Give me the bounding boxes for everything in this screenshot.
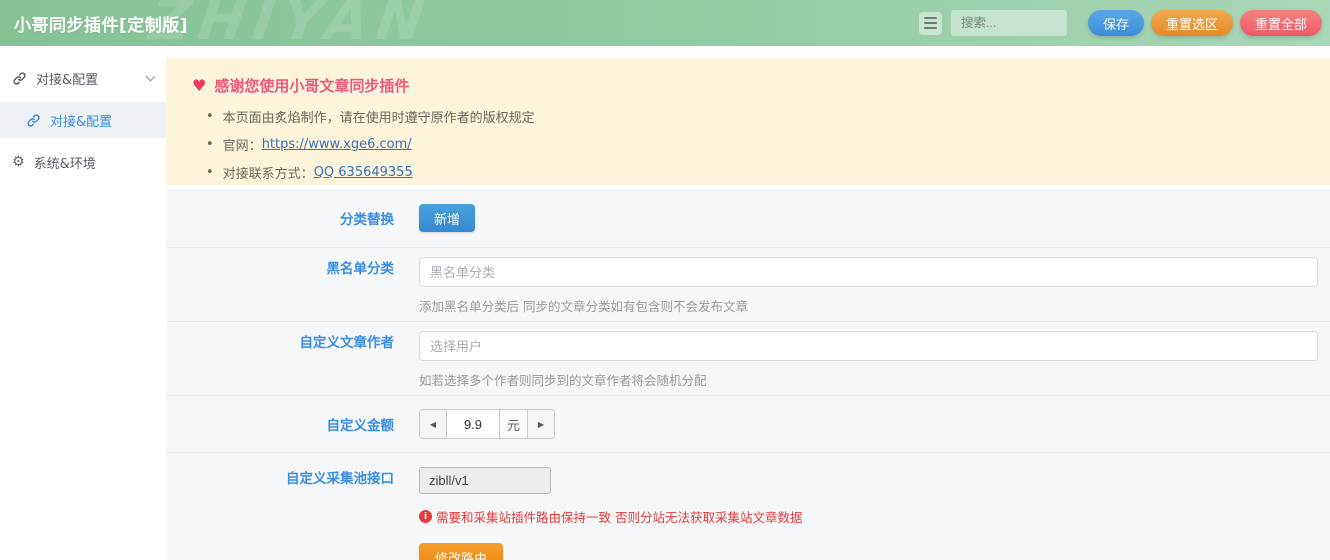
field-label: 自定义金额 (166, 414, 419, 434)
field-control: 添加黑名单分类后 同步的文章分类如有包含则不会发布文章 (419, 257, 1330, 321)
form-row-custom-author: 自定义文章作者 如若选择多个作者则同步到的文章作者将会随机分配 (166, 322, 1330, 396)
form-row-custom-price: 自定义金额 ◀ 元 ▶ (166, 396, 1330, 453)
sidebar-item-config-group[interactable]: 对接&配置 (0, 60, 166, 96)
help-text: 添加黑名单分类后 同步的文章分类如有包含则不会发布文章 (419, 296, 1318, 315)
official-site-link[interactable]: https://www.xge6.com/ (262, 137, 412, 152)
add-button[interactable]: 新增 (419, 204, 475, 232)
gear-icon: ⚙ (12, 155, 25, 169)
qq-contact-link[interactable]: QQ 635649355 (314, 165, 413, 180)
link-icon (12, 71, 27, 86)
field-label: 分类替换 (166, 208, 419, 228)
bullet-dot: • (206, 109, 214, 124)
left-arrow-icon: ◀ (430, 420, 436, 429)
blacklist-category-input[interactable] (419, 257, 1318, 287)
notice-title-text: 感谢您使用小哥文章同步插件 (214, 75, 409, 96)
field-label: 自定义采集池接口 (166, 467, 419, 560)
notice-item-prefix: 官网： (223, 135, 262, 154)
watermark-text: ZHIYAN (145, 0, 436, 46)
form-row-blacklist-category: 黑名单分类 添加黑名单分类后 同步的文章分类如有包含则不会发布文章 (166, 248, 1330, 322)
increase-button[interactable]: ▶ (527, 410, 554, 438)
custom-author-input[interactable] (419, 331, 1318, 361)
sidebar-item-label: 对接&配置 (36, 69, 98, 88)
warning-message: i 需要和采集站插件路由保持一致 否则分站无法获取采集站文章数据 (419, 507, 1318, 526)
field-control: ◀ 元 ▶ (419, 409, 1330, 439)
heart-icon: ♥ (192, 76, 206, 95)
collect-api-input[interactable] (419, 467, 551, 494)
link-icon (26, 113, 41, 128)
field-control: i 需要和采集站插件路由保持一致 否则分站无法获取采集站文章数据 修改路由 (419, 467, 1330, 560)
price-stepper: ◀ 元 ▶ (419, 409, 555, 439)
unit-label: 元 (499, 410, 527, 438)
field-label: 黑名单分类 (166, 257, 419, 321)
modify-route-button[interactable]: 修改路由 (419, 543, 503, 560)
bullet-dot: • (206, 137, 214, 152)
notice-title: ♥ 感谢您使用小哥文章同步插件 (192, 75, 1304, 96)
main-content: ♥ 感谢您使用小哥文章同步插件 • 本页面由炙焰制作，请在使用时遵守原作者的版权… (166, 46, 1330, 560)
field-control: 新增 (419, 204, 1330, 232)
sidebar: 对接&配置 对接&配置 ⚙ 系统&环境 (0, 46, 166, 560)
list-item: • 对接联系方式： QQ 635649355 (192, 163, 1304, 182)
app-title: 小哥同步插件[定制版] (0, 11, 188, 36)
list-item: • 官网： https://www.xge6.com/ (192, 135, 1304, 154)
app-header: 小哥同步插件[定制版] ZHIYAN 保存 重置选区 重置全部 (0, 0, 1330, 46)
chevron-down-icon (146, 71, 156, 81)
sidebar-item-system[interactable]: ⚙ 系统&环境 (0, 144, 166, 180)
help-text: 如若选择多个作者则同步到的文章作者将会随机分配 (419, 370, 1318, 389)
sidebar-item-label: 对接&配置 (50, 111, 112, 130)
search-input[interactable] (951, 10, 1067, 36)
field-control: 如若选择多个作者则同步到的文章作者将会随机分配 (419, 331, 1330, 395)
decrease-button[interactable]: ◀ (420, 410, 447, 438)
reset-all-button[interactable]: 重置全部 (1240, 10, 1322, 36)
right-arrow-icon: ▶ (538, 420, 544, 429)
sidebar-item-label: 系统&环境 (34, 153, 96, 172)
notice-item-text: 本页面由炙焰制作，请在使用时遵守原作者的版权规定 (223, 107, 535, 126)
field-label: 自定义文章作者 (166, 331, 419, 395)
warning-text: 需要和采集站插件路由保持一致 否则分站无法获取采集站文章数据 (436, 507, 802, 526)
form-row-category-replace: 分类替换 新增 (166, 189, 1330, 248)
list-icon[interactable] (919, 12, 942, 35)
list-item: • 本页面由炙焰制作，请在使用时遵守原作者的版权规定 (192, 107, 1304, 126)
form-row-collect-api: 自定义采集池接口 i 需要和采集站插件路由保持一致 否则分站无法获取采集站文章数… (166, 453, 1330, 560)
notice-list: • 本页面由炙焰制作，请在使用时遵守原作者的版权规定 • 官网： https:/… (192, 107, 1304, 182)
sidebar-item-config[interactable]: 对接&配置 (0, 102, 166, 138)
info-icon: i (419, 510, 432, 523)
bullet-dot: • (206, 165, 214, 180)
header-toolbar: 保存 重置选区 重置全部 (919, 0, 1322, 46)
price-input[interactable] (447, 410, 499, 438)
save-button[interactable]: 保存 (1088, 10, 1144, 36)
notice-item-prefix: 对接联系方式： (223, 163, 314, 182)
settings-form: 分类替换 新增 黑名单分类 添加黑名单分类后 同步的文章分类如有包含则不会发布文… (166, 189, 1330, 560)
reset-selection-button[interactable]: 重置选区 (1151, 10, 1233, 36)
notice-box: ♥ 感谢您使用小哥文章同步插件 • 本页面由炙焰制作，请在使用时遵守原作者的版权… (166, 58, 1330, 185)
